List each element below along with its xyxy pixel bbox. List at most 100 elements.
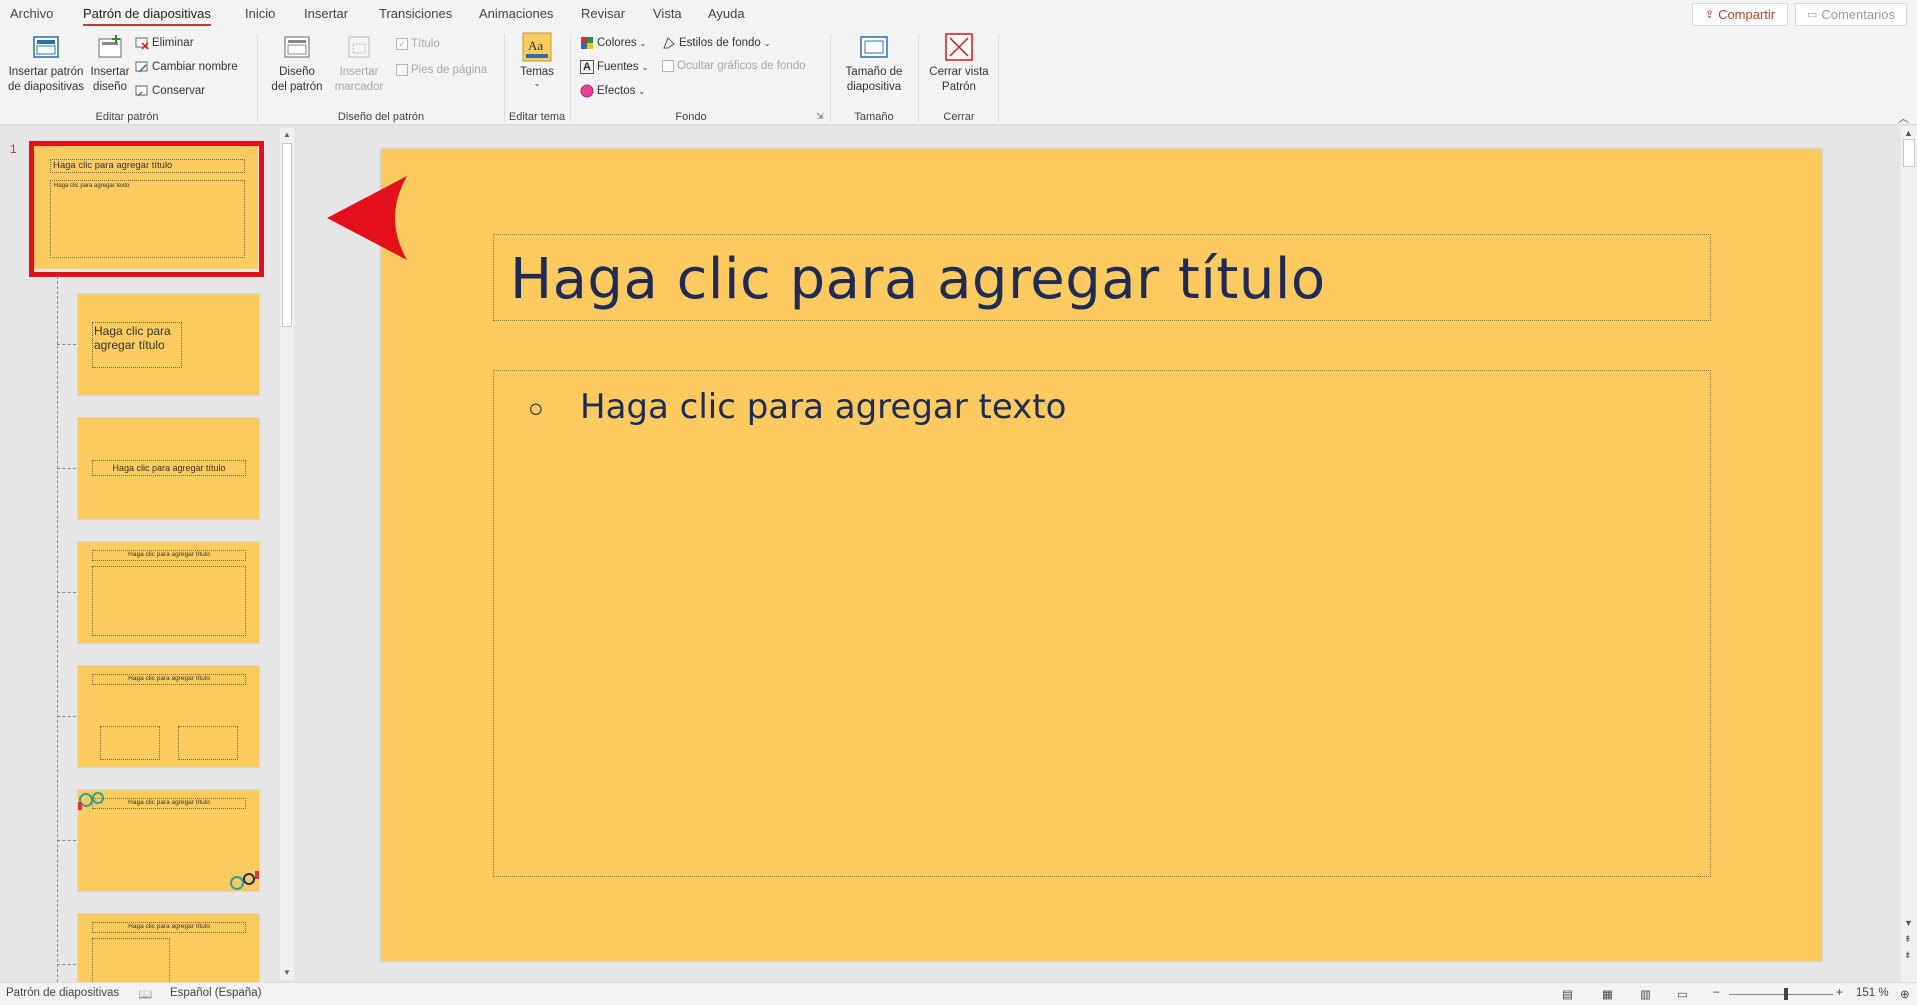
tab-ayuda[interactable]: Ayuda (708, 6, 745, 21)
zoom-slider-thumb[interactable] (1784, 988, 1788, 1000)
insert-layout-button[interactable]: Insertar diseño (88, 32, 132, 95)
collapse-ribbon-icon[interactable]: ︿ (1898, 110, 1909, 126)
insert-master-label-1: Insertar patrón (8, 66, 84, 78)
insert-placeholder-label-2: marcador (334, 81, 384, 93)
group-label-editar-tema: Editar tema (508, 111, 566, 123)
notes-icon[interactable]: ▤ (1562, 987, 1573, 1001)
insert-placeholder-button[interactable]: Insertar marcador (328, 32, 390, 95)
insert-placeholder-label-1: Insertar (339, 66, 379, 78)
themes-label: Temas (520, 66, 554, 78)
slide-sorter-icon[interactable]: ▥ (1640, 987, 1651, 1001)
spellcheck-icon[interactable]: 📖 (138, 987, 152, 1001)
delete-button[interactable]: Eliminar (135, 36, 194, 50)
placeholder-frame (100, 726, 160, 760)
reading-view-icon[interactable]: ▭ (1677, 987, 1688, 1001)
slide-scrollbar[interactable]: ▲ ▼ ⇞ ⇟ (1901, 126, 1917, 982)
placeholder-frame (178, 726, 238, 760)
scrollbar-thumb[interactable] (282, 143, 292, 327)
layout-thumbnail[interactable]: Haga clic para agregar título (77, 789, 260, 892)
master-layout-label-2: del patrón (271, 81, 323, 93)
layout-thumb-title: Haga clic para agregar título (94, 324, 171, 352)
background-styles-label: Estilos de fondo (679, 37, 761, 49)
chevron-down-icon: ⌄ (763, 38, 771, 48)
title-checkbox[interactable]: ✓ Título (396, 38, 440, 50)
master-layout-button[interactable]: Diseño del patrón (267, 32, 327, 95)
effects-dropdown[interactable]: Efectos ⌄ (580, 84, 645, 98)
layout-thumbnail[interactable]: Haga clic para agregar título (77, 293, 260, 396)
slide-body-text: Haga clic para agregar texto (580, 387, 1067, 427)
layout-thumbnail[interactable]: Haga clic para agregar título (77, 665, 260, 768)
dialog-launcher-icon[interactable]: ⇲ (816, 111, 824, 122)
layout-thumb-title: Haga clic para agregar título (112, 463, 226, 473)
group-label-diseno-patron: Diseño del patrón (337, 111, 425, 123)
layout-thumbnail[interactable]: Haga clic para agregar título (77, 913, 260, 988)
close-master-label-1: Cerrar vista (929, 66, 989, 78)
tab-animaciones[interactable]: Animaciones (479, 6, 553, 21)
slide-size-button[interactable]: Tamaño de diapositiva (838, 32, 910, 95)
footers-checkbox[interactable]: Pies de página (396, 64, 487, 76)
next-slide-icon[interactable]: ⇟ (1904, 950, 1912, 961)
close-master-view-button[interactable]: Cerrar vista Patrón (926, 32, 992, 95)
tab-transiciones[interactable]: Transiciones (379, 6, 452, 21)
colors-icon (580, 36, 594, 50)
language-status[interactable]: Español (España) (170, 987, 261, 999)
layout-tree-branch (57, 344, 76, 345)
scroll-down-icon[interactable]: ▼ (283, 968, 291, 977)
previous-slide-icon[interactable]: ⇞ (1904, 934, 1912, 945)
status-bar: Patrón de diapositivas 📖 Español (España… (0, 982, 1917, 1005)
zoom-slider[interactable] (1729, 994, 1833, 995)
themes-button[interactable]: Aa Temas ⌄ (514, 32, 560, 88)
body-placeholder[interactable]: ○ Haga clic para agregar texto (493, 370, 1711, 877)
footers-checkbox-label: Pies de página (411, 64, 488, 76)
tab-archivo[interactable]: Archivo (10, 6, 53, 21)
group-divider (257, 34, 258, 122)
highlight-box (29, 141, 264, 277)
normal-view-icon[interactable]: ▦ (1602, 987, 1613, 1001)
thumbnails-scrollbar[interactable]: ▲ ▼ (280, 128, 294, 980)
colors-dropdown[interactable]: Colores ⌄ (580, 36, 646, 50)
group-divider (570, 34, 571, 122)
share-icon: ⇪ (1704, 9, 1715, 21)
fit-to-window-icon[interactable]: ⊕ (1900, 987, 1910, 1001)
rename-button[interactable]: Cambiar nombre (135, 60, 238, 74)
preserve-label: Conservar (152, 85, 206, 97)
layout-tree-branch (57, 964, 76, 965)
fonts-dropdown[interactable]: A Fuentes ⌄ (580, 60, 648, 74)
placeholder-frame (92, 938, 170, 988)
title-placeholder[interactable]: Haga clic para agregar título (493, 234, 1711, 321)
group-divider (830, 34, 831, 122)
hide-background-checkbox[interactable]: Ocultar gráficos de fondo (662, 60, 806, 72)
layout-thumbnail[interactable]: Haga clic para agregar título (77, 541, 260, 644)
tab-inicio[interactable]: Inicio (245, 6, 275, 21)
preserve-button[interactable]: Conservar (135, 84, 205, 98)
layout-thumbnail[interactable]: Haga clic para agregar título (77, 417, 260, 520)
red-arrow-icon (327, 176, 407, 260)
layout-tree-branch (57, 468, 76, 469)
zoom-in-icon[interactable]: + (1836, 987, 1843, 999)
tab-vista[interactable]: Vista (653, 6, 682, 21)
share-button[interactable]: ⇪ Compartir (1692, 3, 1788, 26)
scroll-up-icon[interactable]: ▲ (1904, 128, 1913, 138)
slide-size-label-1: Tamaño de (845, 66, 903, 78)
master-layout-icon (282, 32, 312, 62)
tab-revisar[interactable]: Revisar (581, 6, 625, 21)
pin-icon (135, 84, 149, 98)
scrollbar-thumb[interactable] (1903, 139, 1915, 167)
chevron-down-icon: ⌄ (639, 38, 647, 48)
ribbon: Insertar patrón de diapositivas Insertar… (0, 28, 1917, 125)
zoom-level[interactable]: 151 % (1856, 987, 1889, 999)
tab-insertar[interactable]: Insertar (304, 6, 348, 21)
rename-icon (135, 60, 149, 74)
layout-thumb-title: Haga clic para agregar título (128, 799, 210, 806)
scroll-up-icon[interactable]: ▲ (283, 130, 291, 139)
insert-master-button[interactable]: Insertar patrón de diapositivas (6, 32, 86, 95)
zoom-out-icon[interactable]: − (1713, 987, 1720, 999)
comments-button[interactable]: ▭ Comentarios (1795, 3, 1907, 26)
background-styles-dropdown[interactable]: Estilos de fondo ⌄ (662, 36, 771, 50)
scroll-down-icon[interactable]: ▼ (1904, 918, 1913, 928)
fonts-label: Fuentes (597, 61, 639, 73)
tab-patron-diapositivas[interactable]: Patrón de diapositivas (83, 6, 211, 26)
chevron-down-icon: ⌄ (641, 62, 649, 72)
rename-label: Cambiar nombre (152, 61, 238, 73)
delete-label: Eliminar (152, 37, 194, 49)
